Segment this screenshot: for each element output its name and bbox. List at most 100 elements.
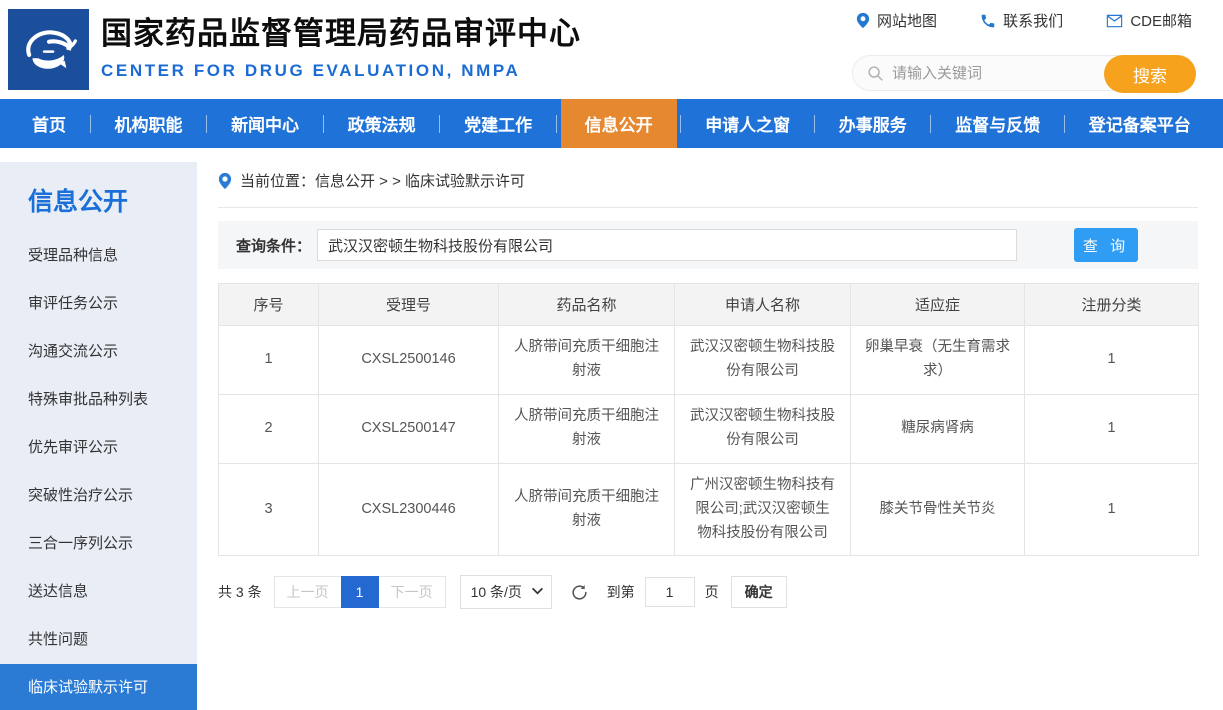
table-row: 2 CXSL2500147 人脐带间充质干细胞注射液 武汉汉密顿生物科技股份有限…: [219, 394, 1199, 463]
col-header-applicant: 申请人名称: [675, 284, 851, 326]
prev-page-button[interactable]: 上一页: [274, 576, 342, 608]
site-title-en: CENTER FOR DRUG EVALUATION, NMPA: [101, 61, 581, 81]
sidebar-item-three-in-one[interactable]: 三合一序列公示: [0, 520, 197, 568]
table-row: 3 CXSL2300446 人脐带间充质干细胞注射液 广州汉密顿生物科技有限公司…: [219, 463, 1199, 556]
location-pin-icon: [856, 12, 870, 29]
cell-index: 3: [219, 463, 319, 556]
nav-item-registration[interactable]: 登记备案平台: [1069, 99, 1211, 148]
nav-item-policy[interactable]: 政策法规: [328, 99, 436, 148]
pagination-total: 共 3 条: [218, 582, 262, 602]
query-bar: 查询条件： 查 询: [218, 221, 1198, 269]
nav-item-home[interactable]: 首页: [12, 99, 86, 148]
cell-indication: 卵巢早衰（无生育需求求）: [851, 326, 1025, 395]
phone-icon: [980, 13, 996, 29]
page-size-select[interactable]: 10 条/页: [460, 575, 552, 609]
envelope-icon: [1106, 14, 1123, 28]
search-icon: [867, 65, 884, 82]
nav-separator: [680, 115, 681, 133]
goto-page-label: 到第: [607, 582, 635, 602]
cde-logo: [8, 9, 89, 90]
link-sitemap[interactable]: 网站地图: [856, 10, 937, 31]
cell-acceptance-no: CXSL2300446: [319, 463, 499, 556]
nav-separator: [930, 115, 931, 133]
breadcrumb-pin-icon: [218, 172, 232, 190]
table-header-row: 序号 受理号 药品名称 申请人名称 适应症 注册分类: [219, 284, 1199, 326]
table-row: 1 CXSL2500146 人脐带间充质干细胞注射液 武汉汉密顿生物科技股份有限…: [219, 326, 1199, 395]
goto-page-unit: 页: [705, 582, 719, 602]
page-size-select-wrap: 10 条/页: [460, 575, 552, 609]
sidebar-item-review-tasks[interactable]: 审评任务公示: [0, 280, 197, 328]
link-mail-label: CDE邮箱: [1130, 10, 1192, 31]
query-input[interactable]: [317, 229, 1017, 261]
nav-item-functions[interactable]: 机构职能: [95, 99, 203, 148]
results-table: 序号 受理号 药品名称 申请人名称 适应症 注册分类 1 CXSL2500146…: [218, 283, 1199, 556]
query-label: 查询条件：: [236, 235, 311, 256]
brand-titles: 国家药品监督管理局药品审评中心 CENTER FOR DRUG EVALUATI…: [101, 8, 581, 81]
link-contact[interactable]: 联系我们: [980, 10, 1063, 31]
nav-item-applicant[interactable]: 申请人之窗: [685, 99, 810, 148]
query-button[interactable]: 查 询: [1074, 228, 1138, 262]
refresh-icon[interactable]: [570, 583, 589, 602]
nav-separator: [323, 115, 324, 133]
cell-applicant: 广州汉密顿生物科技有限公司;武汉汉密顿生物科技股份有限公司: [675, 463, 851, 556]
nav-separator: [556, 115, 557, 133]
cell-registration-class: 1: [1025, 394, 1199, 463]
nav-item-party[interactable]: 党建工作: [444, 99, 552, 148]
nav-item-news[interactable]: 新闻中心: [211, 99, 319, 148]
cell-drug-name: 人脐带间充质干细胞注射液: [499, 326, 675, 395]
current-page-button[interactable]: 1: [341, 576, 379, 608]
cell-acceptance-no: CXSL2500146: [319, 326, 499, 395]
col-header-registration-class: 注册分类: [1025, 284, 1199, 326]
sidebar: 信息公开 受理品种信息 审评任务公示 沟通交流公示 特殊审批品种列表 优先审评公…: [0, 162, 197, 710]
cell-index: 2: [219, 394, 319, 463]
page: 国家药品监督管理局药品审评中心 CENTER FOR DRUG EVALUATI…: [0, 0, 1223, 710]
main-nav: 首页 机构职能 新闻中心 政策法规 党建工作 信息公开 申请人之窗 办事服务 监…: [0, 99, 1223, 148]
sidebar-item-priority-review[interactable]: 优先审评公示: [0, 424, 197, 472]
col-header-indication: 适应症: [851, 284, 1025, 326]
link-contact-label: 联系我们: [1003, 10, 1063, 31]
sidebar-item-special-approval[interactable]: 特殊审批品种列表: [0, 376, 197, 424]
cell-index: 1: [219, 326, 319, 395]
nav-separator: [814, 115, 815, 133]
header-right: 网站地图 联系我们 CDE邮箱 搜索: [852, 10, 1196, 91]
sidebar-item-clinical-trial-implied-license[interactable]: 临床试验默示许可: [0, 664, 197, 710]
nav-separator: [1064, 115, 1065, 133]
link-sitemap-label: 网站地图: [877, 10, 937, 31]
cell-applicant: 武汉汉密顿生物科技股份有限公司: [675, 326, 851, 395]
sidebar-item-communication[interactable]: 沟通交流公示: [0, 328, 197, 376]
sidebar-item-breakthrough-therapy[interactable]: 突破性治疗公示: [0, 472, 197, 520]
site-search-input[interactable]: [892, 65, 1072, 82]
site-search-button[interactable]: 搜索: [1104, 55, 1196, 93]
cell-acceptance-no: CXSL2500147: [319, 394, 499, 463]
site-title-cn: 国家药品监督管理局药品审评中心: [101, 8, 581, 53]
sidebar-title: 信息公开: [0, 182, 197, 218]
col-header-drug-name: 药品名称: [499, 284, 675, 326]
sidebar-item-common-issues[interactable]: 共性问题: [0, 616, 197, 664]
cell-drug-name: 人脐带间充质干细胞注射液: [499, 463, 675, 556]
site-header: 国家药品监督管理局药品审评中心 CENTER FOR DRUG EVALUATI…: [0, 0, 1223, 99]
nav-item-supervision[interactable]: 监督与反馈: [935, 99, 1060, 148]
site-search: 搜索: [852, 55, 1196, 91]
pagination: 共 3 条 上一页 1 下一页 10 条/页 到第 页 确定: [218, 575, 1198, 609]
breadcrumb-text: 当前位置：信息公开 > > 临床试验默示许可: [240, 170, 525, 191]
goto-page-input[interactable]: [645, 577, 695, 607]
logo-swoosh-icon: [16, 17, 82, 83]
cell-registration-class: 1: [1025, 463, 1199, 556]
cell-applicant: 武汉汉密顿生物科技股份有限公司: [675, 394, 851, 463]
next-page-button[interactable]: 下一页: [378, 576, 446, 608]
nav-item-services[interactable]: 办事服务: [819, 99, 927, 148]
col-header-acceptance-no: 受理号: [319, 284, 499, 326]
nav-separator: [439, 115, 440, 133]
sidebar-item-delivery-info[interactable]: 送达信息: [0, 568, 197, 616]
link-mail[interactable]: CDE邮箱: [1106, 10, 1192, 31]
cell-drug-name: 人脐带间充质干细胞注射液: [499, 394, 675, 463]
nav-item-info-disclosure[interactable]: 信息公开: [561, 99, 677, 148]
confirm-button[interactable]: 确定: [731, 576, 787, 608]
nav-separator: [90, 115, 91, 133]
col-header-index: 序号: [219, 284, 319, 326]
cell-registration-class: 1: [1025, 326, 1199, 395]
breadcrumb: 当前位置：信息公开 > > 临床试验默示许可: [218, 170, 1198, 208]
nav-separator: [206, 115, 207, 133]
main-content: 当前位置：信息公开 > > 临床试验默示许可 查询条件： 查 询 序号 受理号 …: [197, 148, 1223, 710]
sidebar-item-accepted-varieties[interactable]: 受理品种信息: [0, 232, 197, 280]
